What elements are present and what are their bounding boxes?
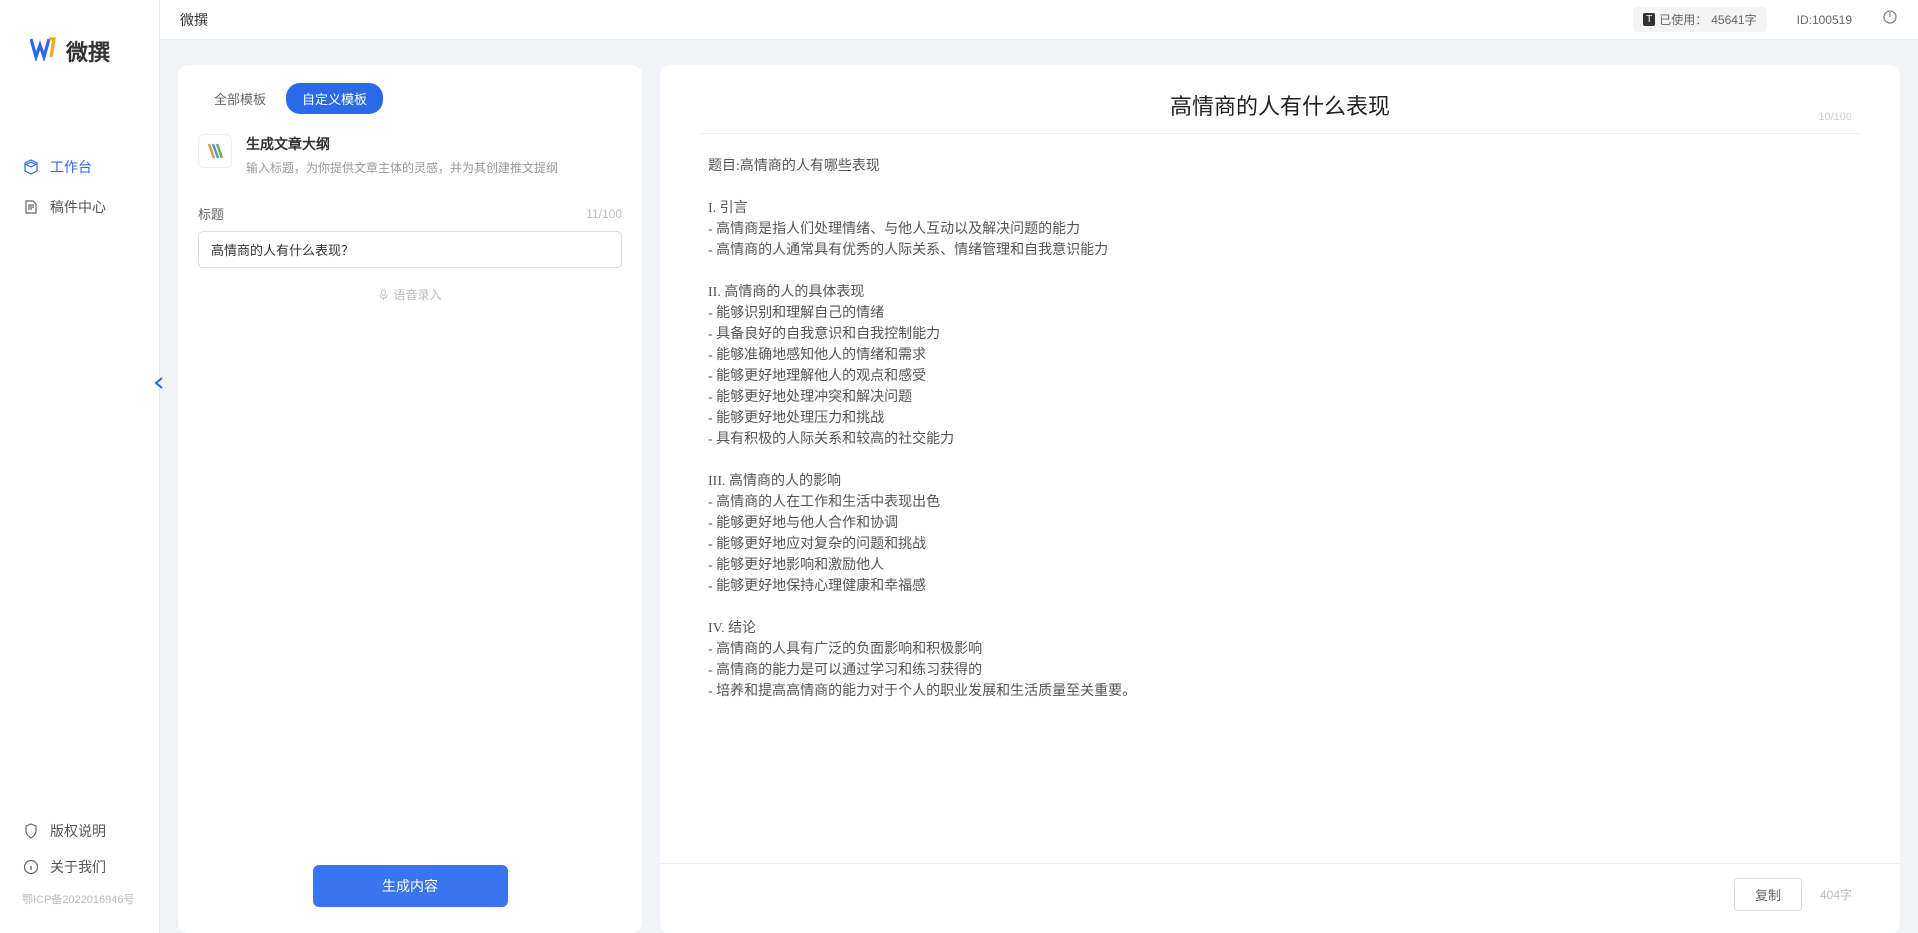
page-title: 微撰 — [180, 10, 208, 30]
topbar: 微撰 T 已使用： 45641字 ID:100519 — [160, 0, 1918, 40]
shield-icon — [22, 822, 40, 840]
template-card: 生成文章大纲 输入标题，为你提供文章主体的灵感，并为其创建推文提纲 — [198, 134, 622, 176]
template-tabs: 全部模板 自定义模板 — [178, 65, 642, 114]
voice-input-button[interactable]: 语音录入 — [198, 268, 622, 321]
main: 微撰 T 已使用： 45641字 ID:100519 全部模板 自定义模板 — [160, 0, 1918, 933]
sidebar-item-drafts[interactable]: 稿件中心 — [0, 187, 159, 227]
output-title-count: 10/100 — [1818, 111, 1852, 123]
title-label: 标题 — [198, 204, 224, 223]
user-id: ID:100519 — [1797, 13, 1852, 27]
sidebar-item-workspace[interactable]: 工作台 — [0, 147, 159, 187]
text-tag-icon: T — [1643, 13, 1655, 26]
sidebar: 微撰 工作台 稿件中心 版权说明 — [0, 0, 160, 933]
sidebar-item-copyright[interactable]: 版权说明 — [0, 813, 159, 849]
output-footer: 复制 404字 — [660, 863, 1900, 933]
copy-button[interactable]: 复制 — [1734, 878, 1802, 911]
mic-icon — [378, 289, 389, 300]
template-desc: 输入标题，为你提供文章主体的灵感，并为其创建推文提纲 — [246, 159, 622, 176]
sidebar-bottom: 版权说明 关于我们 鄂ICP备2022016946号 — [0, 813, 159, 933]
usage-value: 45641字 — [1711, 11, 1756, 28]
generate-button[interactable]: 生成内容 — [313, 865, 508, 907]
sidebar-item-label: 关于我们 — [50, 857, 106, 877]
usage-badge: T 已使用： 45641字 — [1633, 7, 1767, 32]
tab-custom-templates[interactable]: 自定义模板 — [286, 83, 383, 114]
title-char-count: 11/100 — [586, 207, 622, 221]
sidebar-item-label: 工作台 — [50, 157, 92, 177]
content-area: 全部模板 自定义模板 生成文章大纲 输入标题，为你提供文章主体的灵感，并为其创建… — [160, 40, 1918, 933]
sidebar-item-label: 稿件中心 — [50, 197, 106, 217]
sidebar-item-label: 版权说明 — [50, 821, 106, 841]
title-input[interactable] — [198, 231, 622, 268]
template-info: 生成文章大纲 输入标题，为你提供文章主体的灵感，并为其创建推文提纲 — [246, 134, 622, 176]
icp-text: 鄂ICP备2022016946号 — [0, 885, 159, 913]
template-title: 生成文章大纲 — [246, 134, 622, 154]
logo-text: 微撰 — [66, 35, 110, 67]
tab-all-templates[interactable]: 全部模板 — [198, 83, 282, 114]
power-icon[interactable] — [1882, 9, 1898, 30]
cube-icon — [22, 158, 40, 176]
output-body: 题目:高情商的人有哪些表现 I. 引言 - 高情商是指人们处理情绪、与他人互动以… — [660, 134, 1900, 863]
sidebar-item-about[interactable]: 关于我们 — [0, 849, 159, 885]
info-icon — [22, 858, 40, 876]
output-title: 高情商的人有什么表现 — [700, 89, 1860, 121]
usage-label: 已使用： — [1659, 11, 1707, 28]
output-header: 高情商的人有什么表现 10/100 — [660, 65, 1900, 133]
logo: 微撰 — [0, 0, 159, 97]
sidebar-collapse-button[interactable] — [151, 373, 167, 393]
output-word-count: 404字 — [1820, 886, 1852, 903]
topbar-right: T 已使用： 45641字 ID:100519 — [1633, 7, 1898, 32]
template-icon — [198, 134, 232, 168]
output-panel: 高情商的人有什么表现 10/100 题目:高情商的人有哪些表现 I. 引言 - … — [660, 65, 1900, 933]
input-panel: 全部模板 自定义模板 生成文章大纲 输入标题，为你提供文章主体的灵感，并为其创建… — [178, 65, 642, 933]
document-icon — [22, 198, 40, 216]
form-section: 标题 11/100 语音录入 — [178, 176, 642, 321]
logo-icon — [30, 37, 58, 66]
nav-main: 工作台 稿件中心 — [0, 97, 159, 813]
voice-input-label: 语音录入 — [393, 286, 441, 303]
